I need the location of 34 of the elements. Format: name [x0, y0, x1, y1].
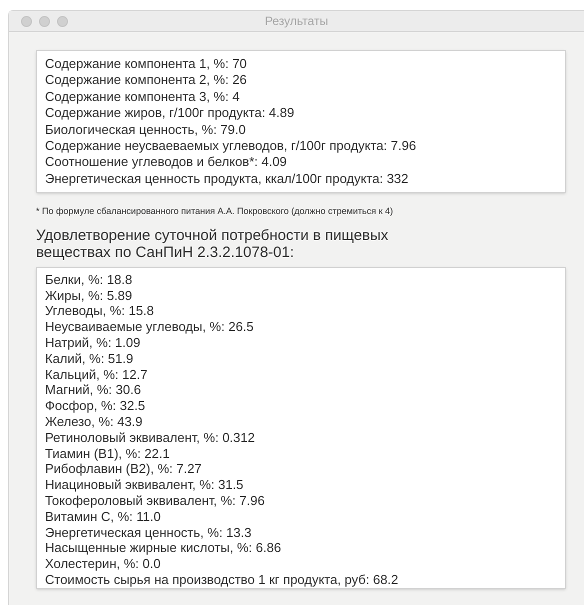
result-line: Жиры, %: 5.89: [45, 288, 134, 304]
result-line: Содержание компонента 3, %: 4: [45, 88, 241, 106]
result-line: Калий, %: 51.9: [45, 350, 134, 367]
result-line: Содержание неусваеваемых углеводов, г/100г продукта: 7.96: [45, 138, 418, 154]
result-line: Натрий, %: 1.09: [45, 334, 142, 351]
result-line: Белки, %: 18.8: [45, 272, 134, 288]
result-line: Стоимость сырья на производство 1 кг продукта, руб: 68.2: [45, 572, 400, 588]
close-button[interactable]: [21, 16, 32, 27]
result-line: Соотношение углеводов и белков*: 4.09: [45, 154, 288, 171]
result-line: Неусваиваемые углеводы, %: 26.5: [45, 319, 255, 335]
result-line: Энергетическая ценность, %: 13.3: [45, 524, 252, 540]
result-line: Содержание компонента 2, %: 26: [45, 72, 248, 89]
result-line: Содержание компонента 1, %: 70: [45, 56, 248, 72]
result-line: Фосфор, %: 32.5: [45, 398, 146, 414]
result-line: Ниациновый эквивалент, %: 31.5: [45, 477, 244, 493]
result-line: Токофероловый эквивалент, %: 7.96: [45, 492, 266, 509]
result-line: Рибофлавин (В2), %: 7.27: [45, 461, 203, 478]
result-line: Витамин С, %: 11.0: [45, 508, 162, 524]
result-line: Содержание жиров, г/100г продукта: 4.89: [45, 105, 296, 122]
result-line: Углеводы, %: 15.8: [45, 303, 155, 320]
window-title: Результаты: [264, 13, 328, 30]
result-line: Железо, %: 43.9: [45, 414, 144, 430]
result-line: Кальций, %: 12.7: [45, 366, 148, 382]
result-line: Биологическая ценность, %: 79.0: [45, 122, 247, 138]
footnote: * По формуле сбалансированного питания А.А. Покровского (должно стремиться к 4): [36, 205, 394, 218]
result-line: Энергетическая ценность продукта, ккал/100г продукта: 332: [45, 170, 410, 188]
result-line: Холестерин, %: 0.0: [45, 556, 162, 572]
result-line: Магний, %: 30.6: [45, 382, 142, 398]
result-line: Тиамин (В1), %: 22.1: [45, 446, 171, 462]
minimize-button[interactable]: [39, 16, 50, 27]
result-line: Ретиноловый эквивалент, %: 0.312: [45, 430, 256, 446]
section-heading: Удовлетворение суточной потребности в пищевых веществах по СанПиН 2.3.2.1078-01:: [36, 226, 390, 261]
zoom-button[interactable]: [57, 16, 68, 27]
result-line: Насыщенные жирные кислоты, %: 6.86: [45, 540, 282, 556]
